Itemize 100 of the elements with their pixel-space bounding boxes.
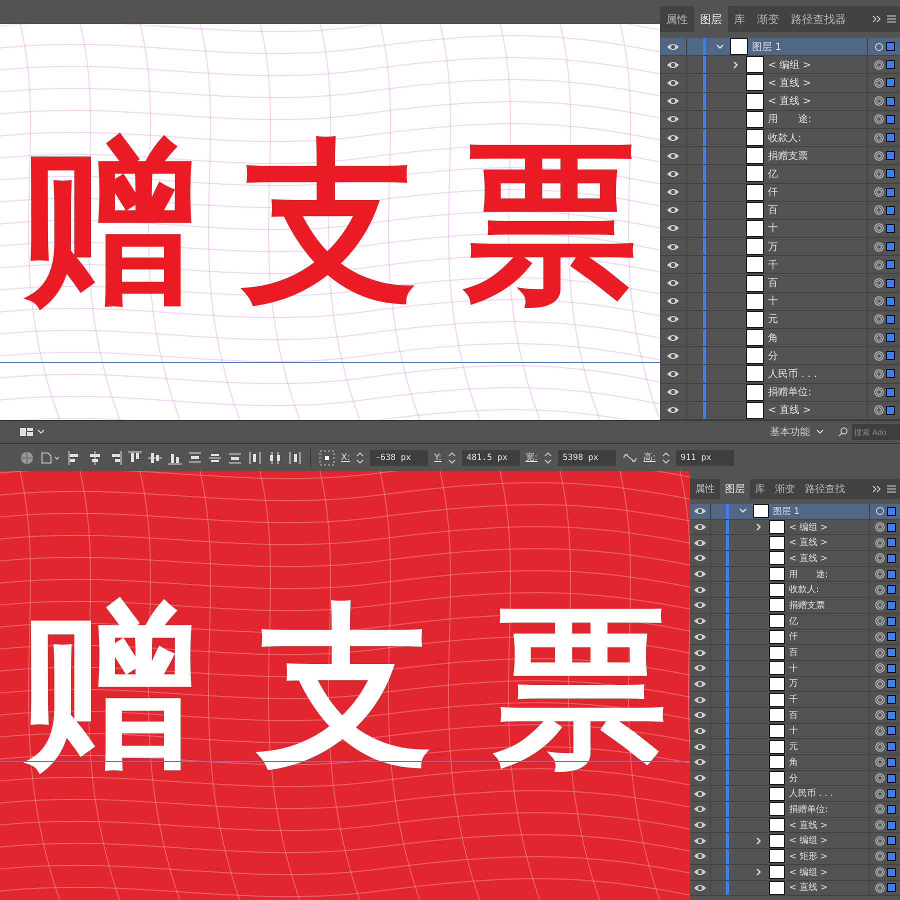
target-circle-icon[interactable] [874, 851, 884, 862]
eye-icon[interactable] [666, 223, 680, 234]
layer-row[interactable]: 用 途: [690, 566, 900, 582]
eye-icon[interactable] [666, 96, 680, 106]
distribute-icon[interactable] [248, 450, 262, 464]
panel-tab[interactable]: 图层 [720, 479, 750, 499]
align-icon[interactable] [188, 450, 202, 464]
eye-icon[interactable] [693, 742, 707, 752]
target-circle-icon[interactable] [874, 242, 884, 252]
eye-icon[interactable] [666, 387, 680, 398]
target-circle-icon[interactable] [874, 616, 884, 626]
selection-square-icon[interactable] [886, 151, 894, 160]
value-field[interactable]: 911 px [676, 450, 734, 466]
target-circle-icon[interactable] [874, 742, 884, 752]
layer-row[interactable]: 元 [660, 310, 900, 329]
target-circle-icon[interactable] [874, 600, 884, 610]
search-field[interactable]: 搜索 Ado [852, 424, 900, 440]
globe-icon[interactable] [20, 450, 34, 464]
eye-icon[interactable] [693, 648, 707, 658]
layer-row[interactable]: 千 [690, 692, 900, 708]
layer-row[interactable]: 收款人: [660, 128, 900, 148]
selection-square-icon[interactable] [886, 188, 894, 197]
selection-square-icon[interactable] [886, 616, 896, 626]
layer-row[interactable]: 万 [660, 238, 900, 256]
eye-icon[interactable] [693, 678, 707, 689]
eye-icon[interactable] [666, 60, 680, 70]
layer-row[interactable]: 用 途: [660, 110, 900, 129]
align-icon[interactable] [128, 450, 142, 464]
selection-square-icon[interactable] [886, 406, 894, 415]
selection-square-icon[interactable] [886, 314, 894, 324]
layer-row[interactable]: 角 [660, 329, 900, 348]
eye-icon[interactable] [693, 569, 707, 580]
selection-square-icon[interactable] [886, 726, 896, 736]
layer-row[interactable]: 百 [690, 645, 900, 661]
selection-square-icon[interactable] [886, 206, 894, 215]
eye-icon[interactable] [693, 757, 707, 768]
layer-row[interactable]: 亿 [660, 165, 900, 184]
eye-icon[interactable] [693, 600, 707, 610]
eye-icon[interactable] [693, 867, 707, 878]
layer-row[interactable]: 人民币 . . . [660, 365, 900, 384]
layer-row[interactable]: 图层 1 [660, 38, 900, 56]
layer-row[interactable]: < 编组 > [690, 833, 900, 850]
align-icon[interactable] [228, 450, 242, 464]
target-circle-icon[interactable] [874, 506, 884, 516]
selection-square-icon[interactable] [886, 538, 896, 548]
eye-icon[interactable] [666, 132, 680, 143]
collapsed-chevron-icon[interactable] [733, 60, 739, 69]
eye-icon[interactable] [693, 836, 707, 846]
target-circle-icon[interactable] [874, 522, 884, 532]
target-circle-icon[interactable] [874, 60, 884, 70]
layer-row[interactable]: 元 [690, 739, 900, 755]
eye-icon[interactable] [666, 296, 680, 306]
selection-square-icon[interactable] [886, 351, 894, 360]
selection-square-icon[interactable] [886, 388, 894, 397]
layer-row[interactable]: < 直线 > [690, 880, 900, 896]
target-circle-icon[interactable] [874, 114, 884, 124]
selection-square-icon[interactable] [886, 710, 896, 720]
selection-square-icon[interactable] [886, 852, 896, 861]
selection-square-icon[interactable] [886, 260, 894, 270]
target-circle-icon[interactable] [874, 314, 884, 324]
eye-icon[interactable] [666, 332, 680, 343]
selection-square-icon[interactable] [886, 883, 896, 892]
selection-square-icon[interactable] [886, 278, 894, 288]
expanded-chevron-icon[interactable] [716, 44, 724, 50]
target-circle-icon[interactable] [874, 710, 884, 720]
target-circle-icon[interactable] [874, 205, 884, 216]
selection-square-icon[interactable] [886, 632, 896, 642]
selection-square-icon[interactable] [886, 506, 896, 516]
target-circle-icon[interactable] [874, 350, 884, 361]
target-circle-icon[interactable] [874, 804, 884, 814]
selection-square-icon[interactable] [886, 296, 894, 306]
layer-row[interactable]: 收款人: [690, 582, 900, 598]
panel-tab[interactable]: 图层 [694, 6, 728, 32]
layer-row[interactable]: < 编组 > [690, 864, 900, 880]
eye-icon[interactable] [693, 616, 707, 626]
menu-icon[interactable] [887, 485, 896, 493]
selection-square-icon[interactable] [886, 570, 896, 579]
stepper-icon[interactable] [356, 450, 364, 464]
collapsed-chevron-icon[interactable] [756, 868, 762, 876]
target-circle-icon[interactable] [874, 168, 884, 179]
target-circle-icon[interactable] [874, 867, 884, 878]
reference-point-icon[interactable] [319, 450, 335, 466]
eye-icon[interactable] [666, 187, 680, 198]
layer-row[interactable]: 仟 [660, 184, 900, 202]
target-circle-icon[interactable] [874, 132, 884, 143]
eye-icon[interactable] [666, 42, 680, 52]
collapsed-chevron-icon[interactable] [756, 523, 762, 532]
target-circle-icon[interactable] [874, 278, 884, 288]
target-circle-icon[interactable] [874, 368, 884, 379]
collapsed-chevron-icon[interactable] [756, 836, 762, 845]
eye-icon[interactable] [693, 788, 707, 799]
layer-row[interactable]: 万 [690, 676, 900, 692]
layer-row[interactable]: < 直线 > [660, 92, 900, 111]
selection-square-icon[interactable] [886, 242, 894, 252]
selection-square-icon[interactable] [886, 820, 896, 830]
selection-square-icon[interactable] [886, 695, 896, 704]
collapse-chevron-icon[interactable] [872, 15, 881, 23]
target-circle-icon[interactable] [874, 296, 884, 306]
target-circle-icon[interactable] [874, 332, 884, 343]
target-circle-icon[interactable] [874, 223, 884, 234]
